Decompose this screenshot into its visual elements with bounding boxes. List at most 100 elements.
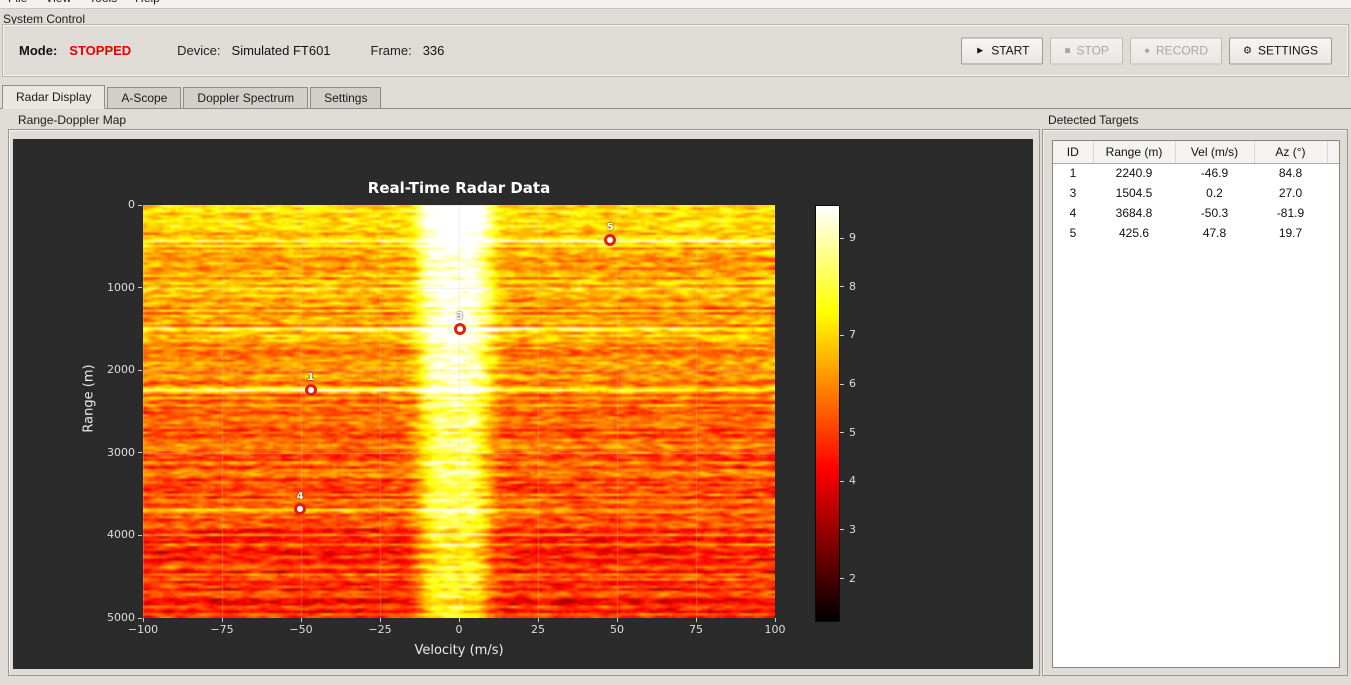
target-marker-label: 1 xyxy=(307,372,315,384)
play-icon: ► xyxy=(975,45,986,56)
device-value: Simulated FT601 xyxy=(231,43,331,58)
control-buttons: ► START ■ STOP ● RECORD ⚙ SETTINGS xyxy=(961,37,1332,64)
tab-doppler-spectrum[interactable]: Doppler Spectrum xyxy=(183,87,309,108)
menu-item-help[interactable]: Help xyxy=(135,0,160,8)
y-tick-mark xyxy=(138,204,142,206)
table-cell: -46.9 xyxy=(1200,166,1229,181)
y-tick-label: 0 xyxy=(128,198,135,211)
target-marker-label: 4 xyxy=(296,491,304,503)
stop-button[interactable]: ■ STOP xyxy=(1050,37,1123,64)
record-icon: ● xyxy=(1143,45,1150,56)
colorbar-tick-mark xyxy=(840,237,844,239)
table-row[interactable]: 5 425.6 47.8 19.7 xyxy=(1053,223,1339,243)
x-tick-label: 75 xyxy=(689,623,703,636)
x-tick-label: 0 xyxy=(455,623,463,636)
record-button[interactable]: ● RECORD xyxy=(1129,37,1223,64)
radar-app-window: FileViewToolsHelp System Control Mode: S… xyxy=(0,0,1351,685)
colorbar-tick-label: 9 xyxy=(849,231,856,245)
y-tick-label: 1000 xyxy=(107,280,135,294)
table-row[interactable]: 4 3684.8 -50.3 -81.9 xyxy=(1053,203,1339,223)
x-tick-mark xyxy=(221,618,223,622)
x-tick-label: −75 xyxy=(210,623,234,636)
table-row[interactable]: 3 1504.5 0.2 27.0 xyxy=(1053,183,1339,203)
column-header[interactable]: Vel (m/s) xyxy=(1175,141,1255,164)
table-cell: 1504.5 xyxy=(1115,186,1153,200)
colorbar-tick-mark xyxy=(840,383,844,385)
column-header[interactable]: Range (m) xyxy=(1093,141,1176,164)
mode-value: STOPPED xyxy=(69,43,132,58)
colorbar-tick-mark xyxy=(840,334,844,336)
detected-targets-label: Detected Targets xyxy=(1048,113,1139,127)
table-cell: 0.2 xyxy=(1206,186,1223,200)
table-cell: 4 xyxy=(1069,206,1077,220)
y-tick-mark xyxy=(138,452,142,454)
colorbar-tick-mark xyxy=(840,432,844,434)
start-button[interactable]: ► START xyxy=(961,37,1044,64)
y-tick-label: 3000 xyxy=(107,445,135,459)
x-axis-label: Velocity (m/s) xyxy=(414,643,504,658)
y-axis-label: Range (m) xyxy=(81,364,97,433)
colorbar-tick-label: 5 xyxy=(849,425,856,439)
column-header[interactable]: ID xyxy=(1053,141,1094,164)
x-tick-mark xyxy=(616,618,618,622)
device-label: Device: xyxy=(177,43,221,58)
menu-item-view[interactable]: View xyxy=(45,0,71,8)
y-tick-label: 2000 xyxy=(107,363,135,377)
system-control-group: Mode: STOPPED Device: Simulated FT601 Fr… xyxy=(2,24,1349,77)
tab-bar: Radar Display A-Scope Doppler Spectrum Sett… xyxy=(0,85,1351,109)
colorbar-tick-mark xyxy=(840,529,844,531)
x-tick-mark xyxy=(774,618,776,622)
colorbar-tick-label: 7 xyxy=(849,328,856,342)
target-marker xyxy=(453,323,466,336)
table-cell: 47.8 xyxy=(1202,226,1227,240)
frame-label: Frame: xyxy=(370,43,412,58)
x-tick-label: 100 xyxy=(764,623,786,636)
colorbar-tick-label: 2 xyxy=(849,571,856,585)
target-marker-label: 5 xyxy=(606,222,614,234)
x-tick-label: 50 xyxy=(610,623,624,636)
record-button-label: RECORD xyxy=(1156,43,1209,58)
x-tick-mark xyxy=(142,618,144,622)
y-tick-label: 4000 xyxy=(107,528,135,542)
settings-button[interactable]: ⚙ SETTINGS xyxy=(1229,37,1332,64)
menu-item-tools[interactable]: Tools xyxy=(89,0,117,8)
column-header[interactable]: Az (°) xyxy=(1254,141,1328,164)
colorbar xyxy=(815,205,840,622)
x-tick-mark xyxy=(458,618,460,622)
y-tick-mark xyxy=(138,287,142,289)
table-row[interactable]: 1 2240.9 -46.9 84.8 xyxy=(1053,163,1339,183)
stop-icon: ■ xyxy=(1064,45,1071,56)
colorbar-tick-mark xyxy=(840,480,844,482)
start-button-label: START xyxy=(991,43,1030,58)
x-tick-label: 25 xyxy=(531,623,545,636)
y-tick-mark xyxy=(138,369,142,371)
colorbar-tick-label: 4 xyxy=(849,474,856,488)
target-marker-label: 3 xyxy=(456,311,464,323)
table-cell: 2240.9 xyxy=(1115,166,1153,181)
mode-label: Mode: xyxy=(19,43,58,58)
y-tick-mark xyxy=(138,534,142,536)
table-cell: 3 xyxy=(1069,186,1077,200)
y-tick-label: 5000 xyxy=(107,611,135,624)
table-cell: -50.3 xyxy=(1200,206,1229,220)
table-cell: 19.7 xyxy=(1278,226,1303,240)
x-tick-mark xyxy=(379,618,381,622)
column-header-filler xyxy=(1327,141,1339,164)
x-tick-label: −100 xyxy=(127,623,159,636)
tab-settings[interactable]: Settings xyxy=(310,87,382,108)
tab-radar-display[interactable]: Radar Display xyxy=(2,85,106,109)
y-tick-mark xyxy=(138,617,142,619)
menu-item-file[interactable]: File xyxy=(8,0,27,8)
targets-table: ID Range (m) Vel (m/s) Az (°) 1 2240.9 -46.9 8… xyxy=(1053,141,1339,243)
colorbar-tick-label: 8 xyxy=(849,279,856,293)
range-doppler-heatmap xyxy=(143,205,775,618)
table-cell: 5 xyxy=(1069,226,1077,240)
x-tick-mark xyxy=(537,618,539,622)
tab-a-scope[interactable]: A-Scope xyxy=(107,87,182,108)
chart-title: Real-Time Radar Data xyxy=(367,179,551,197)
range-doppler-map-label: Range-Doppler Map xyxy=(18,113,127,127)
settings-button-label: SETTINGS xyxy=(1257,43,1318,58)
table-cell: 27.0 xyxy=(1278,186,1303,200)
x-tick-label: −25 xyxy=(368,623,392,636)
gear-icon: ⚙ xyxy=(1243,45,1252,56)
